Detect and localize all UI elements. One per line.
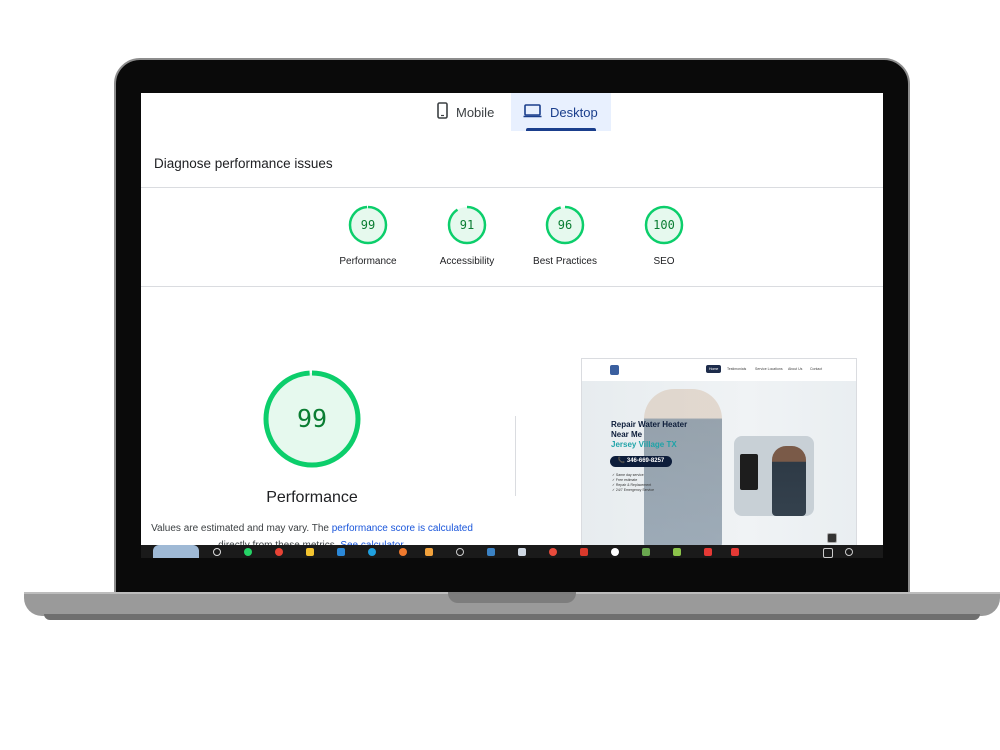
pdf-icon[interactable] xyxy=(731,548,739,556)
section-title: Diagnose performance issues xyxy=(154,156,333,171)
preview-location: Jersey Village TX xyxy=(611,440,677,449)
vscode-icon[interactable] xyxy=(337,548,345,556)
preview-nav-item: Service Locations xyxy=(755,367,783,371)
edge-icon[interactable] xyxy=(368,548,376,556)
phone-icon xyxy=(437,102,448,122)
app-icon[interactable] xyxy=(425,548,433,556)
page-screenshot-preview: Home Testimonials Service Locations Abou… xyxy=(581,358,857,553)
search-icon[interactable] xyxy=(213,548,221,556)
vertical-separator xyxy=(515,416,516,496)
network-icon[interactable] xyxy=(845,548,853,556)
preview-nav-item: Testimonials xyxy=(727,367,747,371)
laptop-base-shadow xyxy=(44,614,980,620)
gauge-ring: 99 xyxy=(348,205,388,245)
app-icon[interactable] xyxy=(642,548,650,556)
main-score-value: 99 xyxy=(296,404,328,433)
score-calculation-link[interactable]: performance score is calculated xyxy=(332,523,473,534)
preview-headline: Repair Water Heater Near Me xyxy=(611,420,688,439)
camera-icon[interactable] xyxy=(827,533,837,543)
gauge-value: 96 xyxy=(557,218,573,232)
gauge-accessibility[interactable]: 91 Accessibility xyxy=(422,205,512,267)
gauge-label: Accessibility xyxy=(439,256,495,267)
gauge-label: Best Practices xyxy=(533,256,597,267)
gauge-label: SEO xyxy=(653,256,675,267)
performance-main-gauge: 99 xyxy=(262,369,362,469)
gauge-best-practices[interactable]: 96 Best Practices xyxy=(520,205,610,267)
preview-person-image xyxy=(644,389,722,549)
preview-nav-item: About Us xyxy=(788,367,803,371)
app-icon[interactable] xyxy=(580,548,588,556)
tab-mobile-label: Mobile xyxy=(456,104,495,120)
main-score-title: Performance xyxy=(266,489,358,506)
laptop-icon xyxy=(523,103,542,121)
gauge-ring: 100 xyxy=(644,205,684,245)
preview-nav-item: Contact xyxy=(810,367,823,371)
taskbar-widget-icon[interactable] xyxy=(153,545,199,558)
preview-phone-button: 📞 346-669-8257 xyxy=(610,456,672,467)
gauge-seo[interactable]: 100 SEO xyxy=(619,205,709,267)
gauge-value: 91 xyxy=(459,218,475,232)
folder-icon[interactable] xyxy=(306,548,314,556)
preview-logo xyxy=(610,365,619,375)
paint-icon[interactable] xyxy=(549,548,557,556)
preview-header: Home Testimonials Service Locations Abou… xyxy=(582,359,856,381)
gauge-ring: 91 xyxy=(447,205,487,245)
preview-phone: 346-669-8257 xyxy=(626,458,665,464)
chrome-icon[interactable] xyxy=(275,548,283,556)
divider-bottom xyxy=(141,286,883,287)
whatsapp-icon[interactable] xyxy=(244,548,252,556)
preview-nav-item: Home xyxy=(706,365,722,373)
preview-bullet: ✓ 24/7 Emergency Service xyxy=(612,488,655,492)
gauge-performance[interactable]: 99 Performance xyxy=(323,205,413,267)
tab-mobile[interactable]: Mobile xyxy=(425,93,511,131)
gauge-ring: 96 xyxy=(545,205,585,245)
github-icon[interactable] xyxy=(456,548,464,556)
device-tabs: Mobile Desktop xyxy=(141,93,883,131)
divider-top xyxy=(141,187,883,188)
preview-technician-card xyxy=(734,436,814,516)
tab-desktop-label: Desktop xyxy=(550,104,598,120)
firefox-icon[interactable] xyxy=(399,548,407,556)
score-gauges: 99 Performance 91 Accessibility 96 Best … xyxy=(141,205,883,275)
preview-hero xyxy=(582,381,856,552)
gauge-label: Performance xyxy=(339,256,397,267)
preview-water-heater-image xyxy=(740,454,758,490)
note-text: Values are estimated and may vary. The xyxy=(151,523,332,534)
app-icon[interactable] xyxy=(611,548,619,556)
preview-bullets: ✓ Same day service ✓ Free estimate ✓ Rep… xyxy=(612,473,654,493)
laptop-notch xyxy=(448,592,576,603)
app-icon[interactable] xyxy=(673,548,681,556)
screen: Mobile Desktop Diagnose performance issu… xyxy=(141,93,883,558)
calculator-icon[interactable] xyxy=(518,548,526,556)
gauge-value: 100 xyxy=(653,218,675,232)
keyboard-icon[interactable] xyxy=(823,548,833,558)
taskbar xyxy=(141,533,883,558)
gauge-value: 99 xyxy=(360,218,376,232)
tab-selected-indicator xyxy=(526,128,596,131)
app-icon[interactable] xyxy=(704,548,712,556)
preview-technician-image xyxy=(772,446,806,516)
tab-desktop[interactable]: Desktop xyxy=(511,93,611,131)
app-icon[interactable] xyxy=(487,548,495,556)
